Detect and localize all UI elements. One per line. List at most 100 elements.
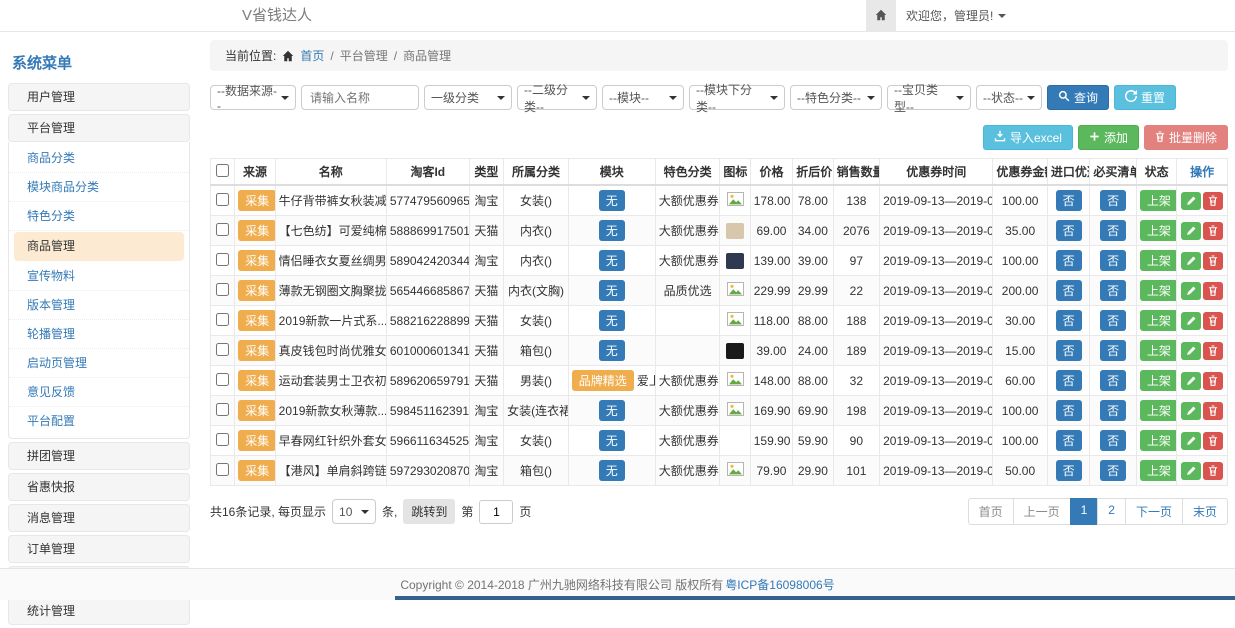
status-toggle[interactable]: 上架 bbox=[1140, 250, 1177, 271]
status-toggle[interactable]: 上架 bbox=[1140, 370, 1177, 391]
jump-button[interactable]: 跳转到 bbox=[403, 499, 455, 524]
edit-button[interactable] bbox=[1181, 432, 1201, 450]
edit-button[interactable] bbox=[1181, 252, 1201, 270]
edit-button[interactable] bbox=[1181, 222, 1201, 240]
must-buy-toggle[interactable]: 否 bbox=[1100, 250, 1126, 271]
sidebar-item-启动页管理[interactable]: 启动页管理 bbox=[9, 349, 189, 378]
sidebar-item-意见反馈[interactable]: 意见反馈 bbox=[9, 378, 189, 407]
must-buy-toggle[interactable]: 否 bbox=[1100, 430, 1126, 451]
edit-button[interactable] bbox=[1181, 342, 1201, 360]
add-button[interactable]: 添加 bbox=[1078, 125, 1139, 150]
breadcrumb-home-link[interactable]: 首页 bbox=[300, 47, 324, 64]
sidebar-item-商品管理[interactable]: 商品管理 bbox=[14, 232, 184, 261]
row-checkbox[interactable] bbox=[216, 433, 229, 446]
must-buy-toggle[interactable]: 否 bbox=[1100, 190, 1126, 211]
filter-select-3[interactable]: --二级分类-- bbox=[517, 85, 597, 110]
home-button[interactable] bbox=[866, 0, 896, 32]
row-checkbox[interactable] bbox=[216, 193, 229, 206]
delete-button[interactable] bbox=[1203, 192, 1223, 210]
filter-select-2[interactable]: 一级分类 bbox=[424, 85, 512, 110]
status-toggle[interactable]: 上架 bbox=[1140, 430, 1177, 451]
import-select-toggle[interactable]: 否 bbox=[1056, 370, 1082, 391]
status-toggle[interactable]: 上架 bbox=[1140, 400, 1177, 421]
must-buy-toggle[interactable]: 否 bbox=[1100, 370, 1126, 391]
icp-link[interactable]: 粤ICP备16098006号 bbox=[725, 576, 834, 593]
status-toggle[interactable]: 上架 bbox=[1140, 190, 1177, 211]
sidebar-item-模块商品分类[interactable]: 模块商品分类 bbox=[9, 173, 189, 202]
delete-button[interactable] bbox=[1203, 282, 1223, 300]
pager-下一页[interactable]: 下一页 bbox=[1125, 498, 1183, 525]
sidebar-item-轮播管理[interactable]: 轮播管理 bbox=[9, 320, 189, 349]
sidebar-item-商品分类[interactable]: 商品分类 bbox=[9, 144, 189, 173]
filter-select-8[interactable]: --状态-- bbox=[976, 85, 1042, 110]
sidebar-section-消息管理[interactable]: 消息管理 bbox=[8, 504, 190, 532]
status-toggle[interactable]: 上架 bbox=[1140, 220, 1177, 241]
sidebar-section-拼团管理[interactable]: 拼团管理 bbox=[8, 442, 190, 470]
delete-button[interactable] bbox=[1203, 432, 1223, 450]
sidebar-section-订单管理[interactable]: 订单管理 bbox=[8, 535, 190, 563]
row-checkbox[interactable] bbox=[216, 313, 229, 326]
row-checkbox[interactable] bbox=[216, 463, 229, 476]
select-all-checkbox[interactable] bbox=[216, 164, 229, 177]
row-checkbox[interactable] bbox=[216, 223, 229, 236]
bulk-delete-button[interactable]: 批量删除 bbox=[1144, 125, 1228, 150]
delete-button[interactable] bbox=[1203, 342, 1223, 360]
user-menu[interactable]: 欢迎您，管理员! bbox=[906, 0, 1006, 32]
search-button[interactable]: 查询 bbox=[1047, 85, 1109, 110]
jump-page-input[interactable] bbox=[479, 500, 513, 524]
edit-button[interactable] bbox=[1181, 312, 1201, 330]
must-buy-toggle[interactable]: 否 bbox=[1100, 280, 1126, 301]
filter-select-4[interactable]: --模块-- bbox=[602, 85, 684, 110]
filter-select-5[interactable]: --模块下分类-- bbox=[689, 85, 785, 110]
delete-button[interactable] bbox=[1203, 462, 1223, 480]
delete-button[interactable] bbox=[1203, 372, 1223, 390]
status-toggle[interactable]: 上架 bbox=[1140, 460, 1177, 481]
row-checkbox[interactable] bbox=[216, 403, 229, 416]
import-excel-button[interactable]: 导入excel bbox=[983, 125, 1073, 150]
filter-select-7[interactable]: --宝贝类型-- bbox=[887, 85, 971, 110]
edit-button[interactable] bbox=[1181, 192, 1201, 210]
sidebar-section-平台管理[interactable]: 平台管理 bbox=[8, 114, 190, 142]
edit-button[interactable] bbox=[1181, 372, 1201, 390]
sidebar-section-省惠快报[interactable]: 省惠快报 bbox=[8, 473, 190, 501]
edit-button[interactable] bbox=[1181, 462, 1201, 480]
import-select-toggle[interactable]: 否 bbox=[1056, 190, 1082, 211]
edit-button[interactable] bbox=[1181, 282, 1201, 300]
pager-1[interactable]: 1 bbox=[1070, 498, 1099, 525]
status-toggle[interactable]: 上架 bbox=[1140, 310, 1177, 331]
row-checkbox[interactable] bbox=[216, 343, 229, 356]
sidebar-item-特色分类[interactable]: 特色分类 bbox=[9, 202, 189, 231]
import-select-toggle[interactable]: 否 bbox=[1056, 220, 1082, 241]
delete-button[interactable] bbox=[1203, 252, 1223, 270]
import-select-toggle[interactable]: 否 bbox=[1056, 460, 1082, 481]
reset-button[interactable]: 重置 bbox=[1114, 85, 1176, 110]
edit-button[interactable] bbox=[1181, 402, 1201, 420]
import-select-toggle[interactable]: 否 bbox=[1056, 340, 1082, 361]
status-toggle[interactable]: 上架 bbox=[1140, 280, 1177, 301]
must-buy-toggle[interactable]: 否 bbox=[1100, 460, 1126, 481]
import-select-toggle[interactable]: 否 bbox=[1056, 310, 1082, 331]
sidebar-item-宣传物料[interactable]: 宣传物料 bbox=[9, 262, 189, 291]
import-select-toggle[interactable]: 否 bbox=[1056, 400, 1082, 421]
must-buy-toggle[interactable]: 否 bbox=[1100, 400, 1126, 421]
pager-末页[interactable]: 末页 bbox=[1182, 498, 1228, 525]
sidebar-item-版本管理[interactable]: 版本管理 bbox=[9, 291, 189, 320]
pager-2[interactable]: 2 bbox=[1097, 498, 1126, 525]
import-select-toggle[interactable]: 否 bbox=[1056, 430, 1082, 451]
sidebar-section-统计管理[interactable]: 统计管理 bbox=[8, 597, 190, 625]
sidebar-section-用户管理[interactable]: 用户管理 bbox=[8, 83, 190, 111]
per-page-select[interactable]: 10 bbox=[332, 499, 376, 524]
row-checkbox[interactable] bbox=[216, 253, 229, 266]
status-toggle[interactable]: 上架 bbox=[1140, 340, 1177, 361]
import-select-toggle[interactable]: 否 bbox=[1056, 280, 1082, 301]
filter-select-0[interactable]: --数据来源-- bbox=[210, 85, 296, 110]
sidebar-item-平台配置[interactable]: 平台配置 bbox=[9, 407, 189, 436]
must-buy-toggle[interactable]: 否 bbox=[1100, 310, 1126, 331]
delete-button[interactable] bbox=[1203, 312, 1223, 330]
row-checkbox[interactable] bbox=[216, 283, 229, 296]
must-buy-toggle[interactable]: 否 bbox=[1100, 220, 1126, 241]
delete-button[interactable] bbox=[1203, 222, 1223, 240]
filter-select-6[interactable]: --特色分类-- bbox=[790, 85, 882, 110]
import-select-toggle[interactable]: 否 bbox=[1056, 250, 1082, 271]
must-buy-toggle[interactable]: 否 bbox=[1100, 340, 1126, 361]
